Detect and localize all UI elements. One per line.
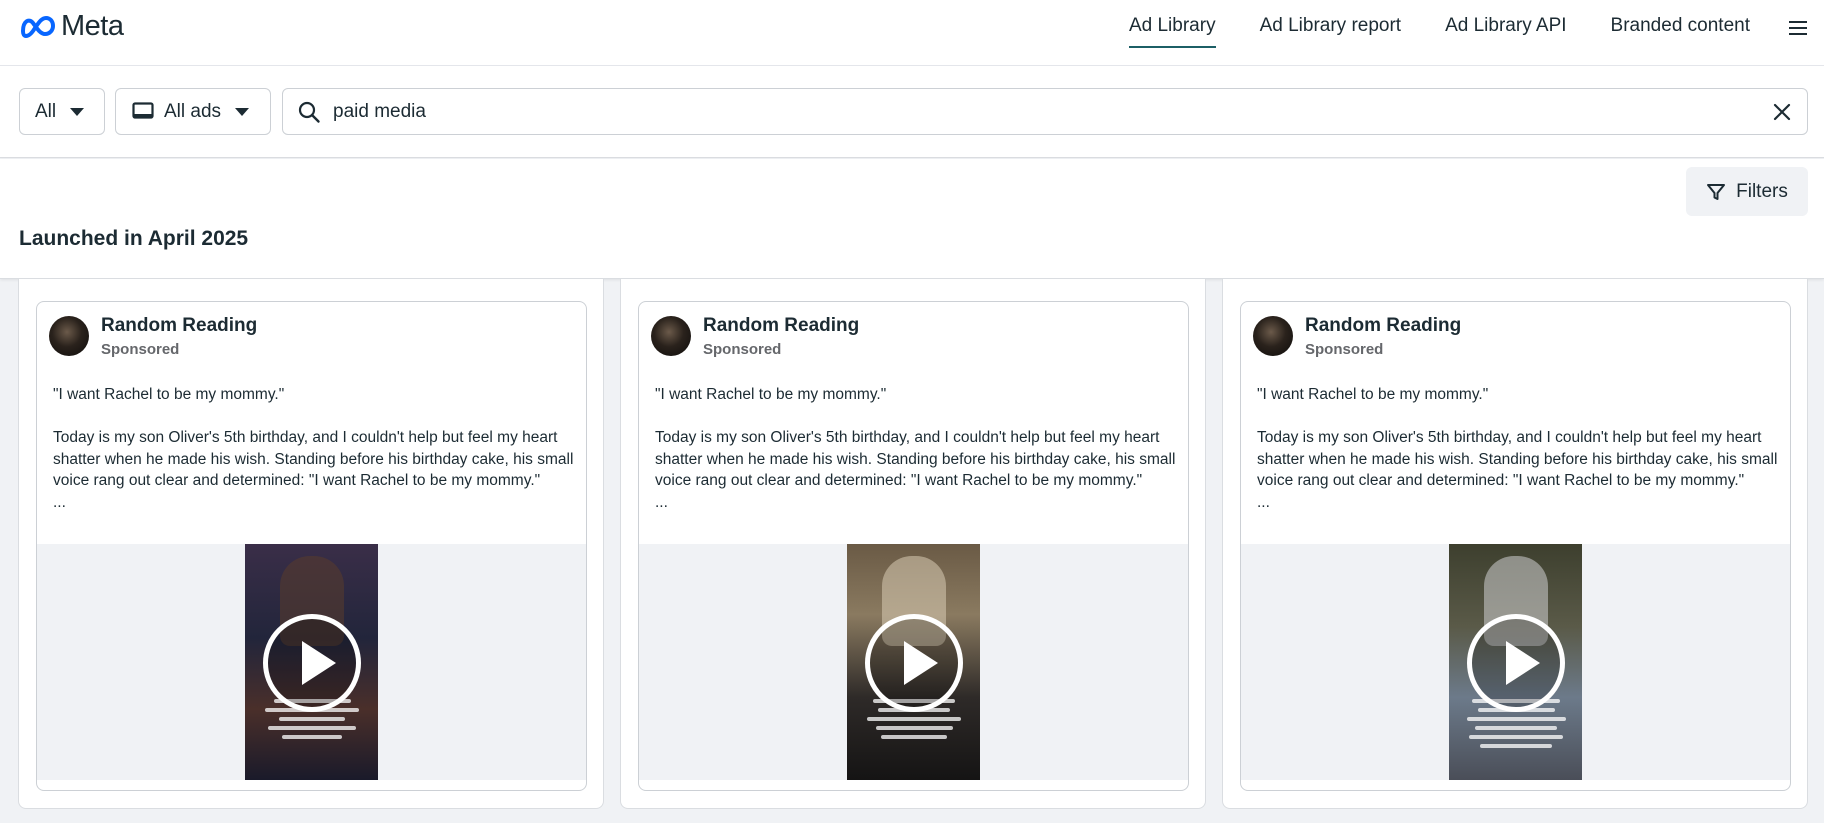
video-thumbnail[interactable] bbox=[847, 544, 980, 780]
avatar[interactable] bbox=[1253, 316, 1293, 356]
play-icon[interactable] bbox=[263, 614, 361, 712]
nav-ad-library[interactable]: Ad Library bbox=[1128, 0, 1216, 48]
filters-button[interactable]: Filters bbox=[1686, 167, 1808, 216]
country-dropdown[interactable]: All bbox=[19, 88, 105, 135]
ad-body: Today is my son Oliver's 5th birthday, a… bbox=[1257, 429, 1778, 490]
ad-media bbox=[37, 544, 586, 780]
chevron-down-icon bbox=[70, 107, 85, 116]
search-box[interactable] bbox=[282, 88, 1808, 135]
ad-card-container: Random Reading Sponsored "I want Rachel … bbox=[18, 279, 604, 809]
filters-button-label: Filters bbox=[1736, 180, 1788, 202]
ad-card[interactable]: Random Reading Sponsored "I want Rachel … bbox=[36, 301, 587, 791]
results-header: Filters Launched in April 2025 bbox=[0, 159, 1824, 279]
search-input[interactable] bbox=[333, 100, 1733, 123]
ad-category-dropdown[interactable]: All ads bbox=[115, 88, 271, 135]
ad-media bbox=[1241, 544, 1790, 780]
country-dropdown-label: All bbox=[35, 100, 57, 122]
search-bar: All All ads bbox=[0, 66, 1824, 158]
ad-body-text: "I want Rachel to be my mommy." Today is… bbox=[53, 384, 578, 514]
advertiser-name[interactable]: Random Reading bbox=[101, 315, 257, 337]
ad-ellipsis: ... bbox=[655, 493, 668, 511]
video-thumbnail[interactable] bbox=[245, 544, 378, 780]
ad-card[interactable]: Random Reading Sponsored "I want Rachel … bbox=[1240, 301, 1791, 791]
launched-heading: Launched in April 2025 bbox=[19, 227, 249, 250]
play-icon[interactable] bbox=[1467, 614, 1565, 712]
avatar[interactable] bbox=[49, 316, 89, 356]
ad-card-container: Random Reading Sponsored "I want Rachel … bbox=[620, 279, 1206, 809]
advertiser-name[interactable]: Random Reading bbox=[703, 315, 859, 337]
nav-branded-content[interactable]: Branded content bbox=[1611, 0, 1750, 48]
nav-links: Ad Library Ad Library report Ad Library … bbox=[1128, 0, 1824, 66]
filter-icon bbox=[1707, 183, 1726, 200]
avatar[interactable] bbox=[651, 316, 691, 356]
ad-card-container: Random Reading Sponsored "I want Rachel … bbox=[1222, 279, 1808, 809]
sponsored-label: Sponsored bbox=[703, 341, 782, 358]
ad-body: Today is my son Oliver's 5th birthday, a… bbox=[53, 429, 574, 490]
ad-quote: "I want Rachel to be my mommy." bbox=[53, 386, 285, 403]
ad-ellipsis: ... bbox=[1257, 493, 1270, 511]
ad-quote: "I want Rachel to be my mommy." bbox=[655, 386, 887, 403]
top-nav: Meta Ad Library Ad Library report Ad Lib… bbox=[0, 0, 1824, 66]
video-thumbnail[interactable] bbox=[1449, 544, 1582, 780]
ad-ellipsis: ... bbox=[53, 493, 66, 511]
ad-body: Today is my son Oliver's 5th birthday, a… bbox=[655, 429, 1176, 490]
meta-infinity-icon bbox=[21, 15, 55, 38]
ad-body-text: "I want Rachel to be my mommy." Today is… bbox=[655, 384, 1180, 514]
ad-category-dropdown-label: All ads bbox=[164, 100, 222, 122]
monitor-icon bbox=[132, 101, 154, 119]
sponsored-label: Sponsored bbox=[1305, 341, 1384, 358]
meta-wordmark: Meta bbox=[61, 10, 124, 42]
chevron-down-icon bbox=[235, 107, 250, 116]
nav-ad-library-report[interactable]: Ad Library report bbox=[1260, 0, 1402, 48]
ad-body-text: "I want Rachel to be my mommy." Today is… bbox=[1257, 384, 1782, 514]
hamburger-icon[interactable] bbox=[1786, 16, 1810, 40]
sponsored-label: Sponsored bbox=[101, 341, 180, 358]
play-icon[interactable] bbox=[865, 614, 963, 712]
meta-logo[interactable]: Meta bbox=[19, 10, 124, 43]
ad-media bbox=[639, 544, 1188, 780]
search-icon bbox=[298, 101, 320, 123]
advertiser-name[interactable]: Random Reading bbox=[1305, 315, 1461, 337]
ad-quote: "I want Rachel to be my mommy." bbox=[1257, 386, 1489, 403]
nav-ad-library-api[interactable]: Ad Library API bbox=[1445, 0, 1566, 48]
ad-card[interactable]: Random Reading Sponsored "I want Rachel … bbox=[638, 301, 1189, 791]
close-icon[interactable] bbox=[1771, 101, 1793, 123]
